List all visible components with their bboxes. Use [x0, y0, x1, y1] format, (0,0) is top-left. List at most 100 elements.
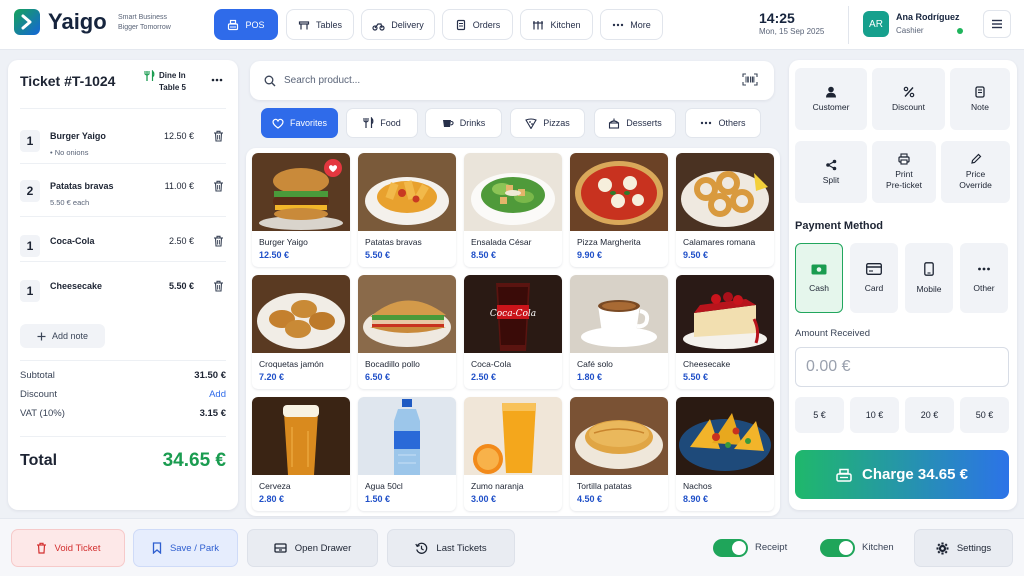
- ticket-item[interactable]: 2 Patatas bravas 5.50 € each 11.00 €: [20, 174, 226, 220]
- avatar[interactable]: AR: [863, 11, 889, 37]
- quick-amount-20[interactable]: 20 €: [905, 397, 954, 433]
- product-card[interactable]: Ensalada César 8.50 €: [464, 153, 562, 267]
- last-tickets-button[interactable]: Last Tickets: [387, 529, 515, 567]
- category-food[interactable]: Food: [346, 108, 418, 138]
- category-label: Favorites: [289, 118, 327, 128]
- payment-cash[interactable]: Cash: [795, 243, 843, 313]
- item-note: 5.50 € each: [50, 198, 90, 207]
- search-input[interactable]: [284, 75, 724, 86]
- price-override-button[interactable]: Price Override: [941, 141, 1010, 203]
- split-icon: [825, 159, 837, 171]
- product-card[interactable]: Coca-Cola Coca-Cola 2.50 €: [464, 275, 562, 389]
- quick-amount-5[interactable]: 5 €: [795, 397, 844, 433]
- product-card[interactable]: Pizza Margherita 9.90 €: [570, 153, 668, 267]
- nav-delivery[interactable]: Delivery: [361, 9, 435, 40]
- category-desserts[interactable]: Desserts: [594, 108, 676, 138]
- open-drawer-label: Open Drawer: [294, 542, 352, 554]
- product-name: Pizza Margherita: [577, 237, 641, 247]
- receipt-toggle[interactable]: [713, 539, 748, 557]
- product-card[interactable]: Café solo 1.80 €: [570, 275, 668, 389]
- cash-register-icon: [227, 19, 239, 31]
- product-card[interactable]: Tortilla patatas 4.50 €: [570, 397, 668, 511]
- product-card[interactable]: Bocadillo pollo 6.50 €: [358, 275, 456, 389]
- product-card[interactable]: Croquetas jamón 7.20 €: [252, 275, 350, 389]
- trash-icon[interactable]: [213, 130, 224, 142]
- trash-icon[interactable]: [213, 180, 224, 192]
- barcode-scan-icon[interactable]: [742, 73, 758, 86]
- item-qty[interactable]: 1: [20, 235, 40, 257]
- category-favorites[interactable]: Favorites: [261, 108, 338, 138]
- item-price: 5.50 €: [168, 281, 194, 291]
- add-discount-link[interactable]: Add: [209, 389, 226, 400]
- nav-label: Delivery: [391, 19, 424, 30]
- quick-amount-10[interactable]: 10 €: [850, 397, 899, 433]
- nav-tables[interactable]: Tables: [286, 9, 354, 40]
- nav-more[interactable]: More: [600, 9, 663, 40]
- ticket-more-button[interactable]: [211, 74, 223, 86]
- quick-amount-50[interactable]: 50 €: [960, 397, 1009, 433]
- product-name: Ensalada César: [471, 237, 532, 247]
- payment-other[interactable]: Other: [960, 243, 1008, 313]
- product-name: Zumo naranja: [471, 481, 524, 491]
- plus-icon: [37, 332, 46, 341]
- nav-orders[interactable]: Orders: [442, 9, 513, 40]
- category-others[interactable]: Others: [685, 108, 761, 138]
- product-card[interactable]: Agua 50cl 1.50 €: [358, 397, 456, 511]
- product-price: 2.50 €: [471, 372, 497, 382]
- action-label-line-2: Pre-ticket: [886, 180, 922, 190]
- payment-card[interactable]: Card: [850, 243, 898, 313]
- product-card[interactable]: Nachos 8.90 €: [676, 397, 774, 511]
- amount-received-input[interactable]: [795, 347, 1009, 387]
- more-dots-icon: [612, 19, 624, 31]
- tagline-line-1: Smart Business: [118, 14, 168, 21]
- discount-row: Discount Add: [20, 389, 226, 400]
- ticket-item[interactable]: 1 Cheesecake 5.50 €: [20, 274, 226, 320]
- cake-icon: [608, 118, 620, 129]
- product-card[interactable]: Zumo naranja 3.00 €: [464, 397, 562, 511]
- kitchen-toggle[interactable]: [820, 539, 855, 557]
- product-name: Calamares romana: [683, 237, 756, 247]
- dine-in-badge[interactable]: Dine In Table 5: [144, 70, 186, 94]
- save-park-label: Save / Park: [169, 542, 220, 554]
- favorite-heart-icon[interactable]: [324, 159, 342, 177]
- product-card[interactable]: Calamares romana 9.50 €: [676, 153, 774, 267]
- tagline-line-2: Bigger Tomorrow: [118, 24, 171, 31]
- percent-icon: [903, 86, 915, 98]
- product-card[interactable]: Burger Yaigo 12.50 €: [252, 153, 350, 267]
- product-card[interactable]: Cerveza 2.80 €: [252, 397, 350, 511]
- product-image-water: [358, 397, 456, 475]
- item-qty[interactable]: 2: [20, 180, 40, 202]
- discount-button[interactable]: Discount: [872, 68, 945, 130]
- open-drawer-button[interactable]: Open Drawer: [247, 529, 378, 567]
- payment-mobile[interactable]: Mobile: [905, 243, 953, 313]
- product-card[interactable]: Cheesecake 5.50 €: [676, 275, 774, 389]
- item-name: Burger Yaigo: [50, 131, 106, 141]
- add-note-button[interactable]: Add note: [20, 324, 105, 348]
- settings-button[interactable]: Settings: [914, 529, 1013, 567]
- hamburger-menu-button[interactable]: [983, 10, 1011, 38]
- item-qty[interactable]: 1: [20, 280, 40, 302]
- nav-kitchen[interactable]: Kitchen: [520, 9, 593, 40]
- action-label: Note: [971, 101, 989, 112]
- split-button[interactable]: Split: [795, 141, 867, 203]
- category-drinks[interactable]: Drinks: [425, 108, 502, 138]
- category-pizzas[interactable]: Pizzas: [510, 108, 585, 138]
- trash-icon[interactable]: [213, 235, 224, 247]
- item-qty[interactable]: 1: [20, 130, 40, 152]
- print-pre-ticket-button[interactable]: Print Pre-ticket: [872, 141, 936, 203]
- pizza-slice-icon: [525, 117, 538, 129]
- nav-label: Kitchen: [550, 19, 581, 30]
- trash-icon[interactable]: [213, 280, 224, 292]
- product-name: Cerveza: [259, 481, 291, 491]
- more-dots-icon: [211, 78, 223, 82]
- save-park-button[interactable]: Save / Park: [133, 529, 238, 567]
- charge-button[interactable]: Charge 34.65 €: [795, 450, 1009, 499]
- customer-button[interactable]: Customer: [795, 68, 867, 130]
- product-price: 8.90 €: [683, 494, 709, 504]
- product-card[interactable]: Patatas bravas 5.50 €: [358, 153, 456, 267]
- ticket-item[interactable]: 1 Coca-Cola 2.50 €: [20, 229, 226, 275]
- void-ticket-button[interactable]: Void Ticket: [11, 529, 125, 567]
- nav-pos[interactable]: POS: [214, 9, 278, 40]
- note-button[interactable]: Note: [950, 68, 1010, 130]
- more-dots-icon: [700, 117, 712, 129]
